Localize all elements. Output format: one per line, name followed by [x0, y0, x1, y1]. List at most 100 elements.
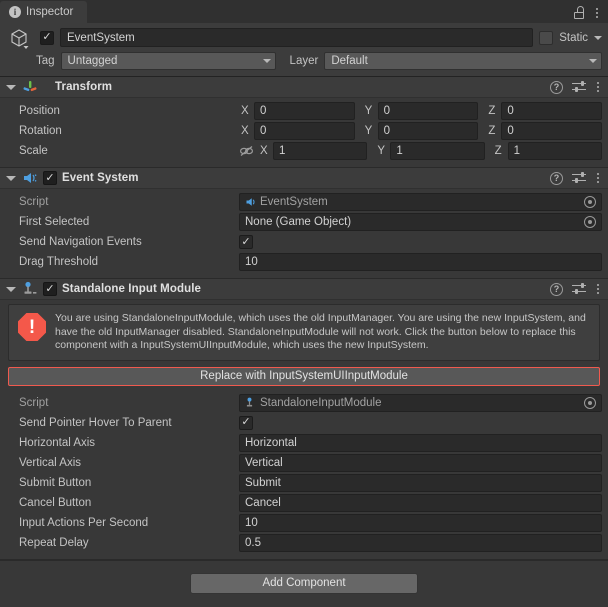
kebab-menu-icon[interactable] [595, 81, 601, 93]
send-navigation-events-checkbox[interactable]: ✓ [239, 235, 253, 249]
gameobject-enabled-checkbox[interactable]: ✓ [40, 30, 54, 45]
component-actions: ? [550, 80, 601, 94]
row-label: Drag Threshold [19, 256, 99, 268]
transform-rotation-row: Rotation X 0 Y 0 Z 0 [6, 122, 603, 140]
warning-text: You are using StandaloneInputModule, whi… [55, 312, 586, 351]
drag-threshold-input[interactable]: 10 [239, 253, 602, 271]
static-label: Static [559, 31, 588, 44]
component-title: Event System [62, 172, 139, 184]
component-transform: Transform ? Position X 0 Y 0 Z 0 Rotatio… [0, 77, 608, 168]
row-submit-button: Submit Button Submit [6, 473, 602, 492]
scale-z-input[interactable]: 1 [507, 142, 602, 160]
unlinked-scale-icon[interactable] [239, 145, 254, 157]
transform-rows: Position X 0 Y 0 Z 0 Rotation X 0 Y 0 Z … [0, 98, 608, 167]
scale-x-input[interactable]: 1 [273, 142, 368, 160]
gameobject-header: ✓ EventSystem Static Tag Untagged Layer … [0, 23, 608, 77]
row-horizontal-axis: Horizontal Axis Horizontal [6, 433, 602, 452]
inspector-window: i Inspector ✓ EventSystem Static Tag Unt… [0, 0, 608, 607]
layer-label: Layer [289, 55, 319, 67]
row-label: Cancel Button [19, 496, 92, 509]
transform-scale-row: Scale X 1 Y 1 Z 1 [6, 142, 602, 160]
warning-box: ! You are using StandaloneInputModule, w… [8, 304, 600, 361]
object-picker-icon[interactable] [584, 196, 596, 208]
cube-icon [8, 27, 30, 49]
kebab-menu-icon[interactable] [595, 172, 601, 184]
help-icon[interactable]: ? [550, 171, 563, 185]
scale-y-input[interactable]: 1 [390, 142, 485, 160]
info-icon: i [9, 6, 21, 18]
kebab-menu-icon[interactable] [594, 7, 600, 19]
component-header-transform[interactable]: Transform ? [0, 77, 608, 98]
rotation-y-input[interactable]: 0 [377, 122, 479, 140]
help-icon[interactable]: ? [550, 80, 563, 94]
lock-icon[interactable] [573, 6, 585, 19]
submit-button-input[interactable]: Submit [239, 473, 602, 492]
object-picker-icon[interactable] [584, 216, 596, 228]
preset-sliders-icon[interactable] [572, 81, 586, 93]
static-checkbox[interactable] [539, 30, 554, 45]
add-component-button[interactable]: Add Component [190, 572, 418, 594]
axis-label-z: Z [488, 125, 496, 137]
object-picker-icon[interactable] [584, 396, 596, 409]
static-dropdown-arrow-icon[interactable] [594, 35, 602, 40]
foldout-arrow-icon[interactable] [6, 286, 16, 292]
event-system-icon [22, 170, 38, 186]
axis-label-x: X [260, 145, 268, 157]
axis-label-y: Y [364, 105, 373, 117]
row-send-pointer-hover-to-parent: Send Pointer Hover To Parent ✓ [6, 414, 602, 432]
joystick-icon [22, 281, 38, 297]
component-event-system: ✓ Event System ? Script EventSystem Firs… [0, 168, 608, 279]
repeat-delay-input[interactable]: 0.5 [239, 533, 602, 552]
rotation-z-input[interactable]: 0 [501, 122, 603, 140]
row-script: Script StandaloneInputModule [6, 393, 602, 412]
gameobject-name-input[interactable]: EventSystem [60, 28, 534, 47]
input-actions-per-second-input[interactable]: 10 [239, 513, 602, 532]
replace-with-inputsystemuiinputmodule-button[interactable]: Replace with InputSystemUIInputModule [8, 366, 600, 386]
tag-dropdown[interactable]: Untagged [60, 52, 276, 70]
position-x-input[interactable]: 0 [254, 102, 355, 120]
row-label: Scale [19, 145, 48, 157]
foldout-arrow-icon[interactable] [6, 175, 16, 181]
send-pointer-hover-to-parent-checkbox[interactable]: ✓ [239, 415, 253, 430]
transform-gizmo-icon [22, 79, 38, 95]
preset-sliders-icon[interactable] [572, 172, 586, 184]
help-icon[interactable]: ? [550, 282, 563, 296]
first-selected-field[interactable]: None (Game Object) [239, 213, 602, 231]
row-label: Submit Button [19, 476, 92, 489]
tab-bar-actions [573, 6, 608, 23]
axis-label-y: Y [364, 125, 373, 137]
row-vertical-axis: Vertical Axis Vertical [6, 453, 602, 472]
tag-label: Tag [36, 55, 55, 67]
row-label: Input Actions Per Second [19, 516, 149, 529]
position-z-input[interactable]: 0 [501, 102, 603, 120]
row-label: First Selected [19, 216, 90, 228]
preset-sliders-icon[interactable] [572, 283, 586, 295]
component-standalone-input-module: ✓ Standalone Input Module ? ! You are us… [0, 279, 608, 560]
component-header-event-system[interactable]: ✓ Event System ? [0, 168, 608, 189]
horizontal-axis-input[interactable]: Horizontal [239, 433, 602, 452]
kebab-menu-icon[interactable] [595, 283, 601, 295]
vertical-axis-input[interactable]: Vertical [239, 453, 602, 472]
component-header-standalone-input-module[interactable]: ✓ Standalone Input Module ? [0, 279, 608, 300]
tab-inspector[interactable]: i Inspector [0, 1, 88, 23]
axis-label-z: Z [494, 145, 502, 157]
chevron-down-icon [262, 59, 271, 63]
component-enabled-checkbox[interactable]: ✓ [43, 282, 57, 296]
row-label: Repeat Delay [19, 536, 89, 549]
component-enabled-checkbox[interactable]: ✓ [43, 171, 57, 185]
tab-label: Inspector [26, 6, 74, 18]
script-field: EventSystem [239, 193, 602, 211]
axis-label-x: X [241, 105, 249, 117]
foldout-arrow-icon[interactable] [6, 84, 16, 90]
row-label: Vertical Axis [19, 456, 81, 469]
cancel-button-input[interactable]: Cancel [239, 493, 602, 512]
row-label: Send Pointer Hover To Parent [19, 416, 172, 429]
tab-bar: i Inspector [0, 0, 608, 23]
joystick-icon [245, 397, 257, 409]
component-title: Standalone Input Module [62, 283, 202, 295]
position-y-input[interactable]: 0 [377, 102, 479, 120]
chevron-down-icon [589, 59, 597, 63]
layer-dropdown[interactable]: Default [324, 52, 602, 70]
rotation-x-input[interactable]: 0 [254, 122, 355, 140]
axis-label-z: Z [488, 105, 496, 117]
